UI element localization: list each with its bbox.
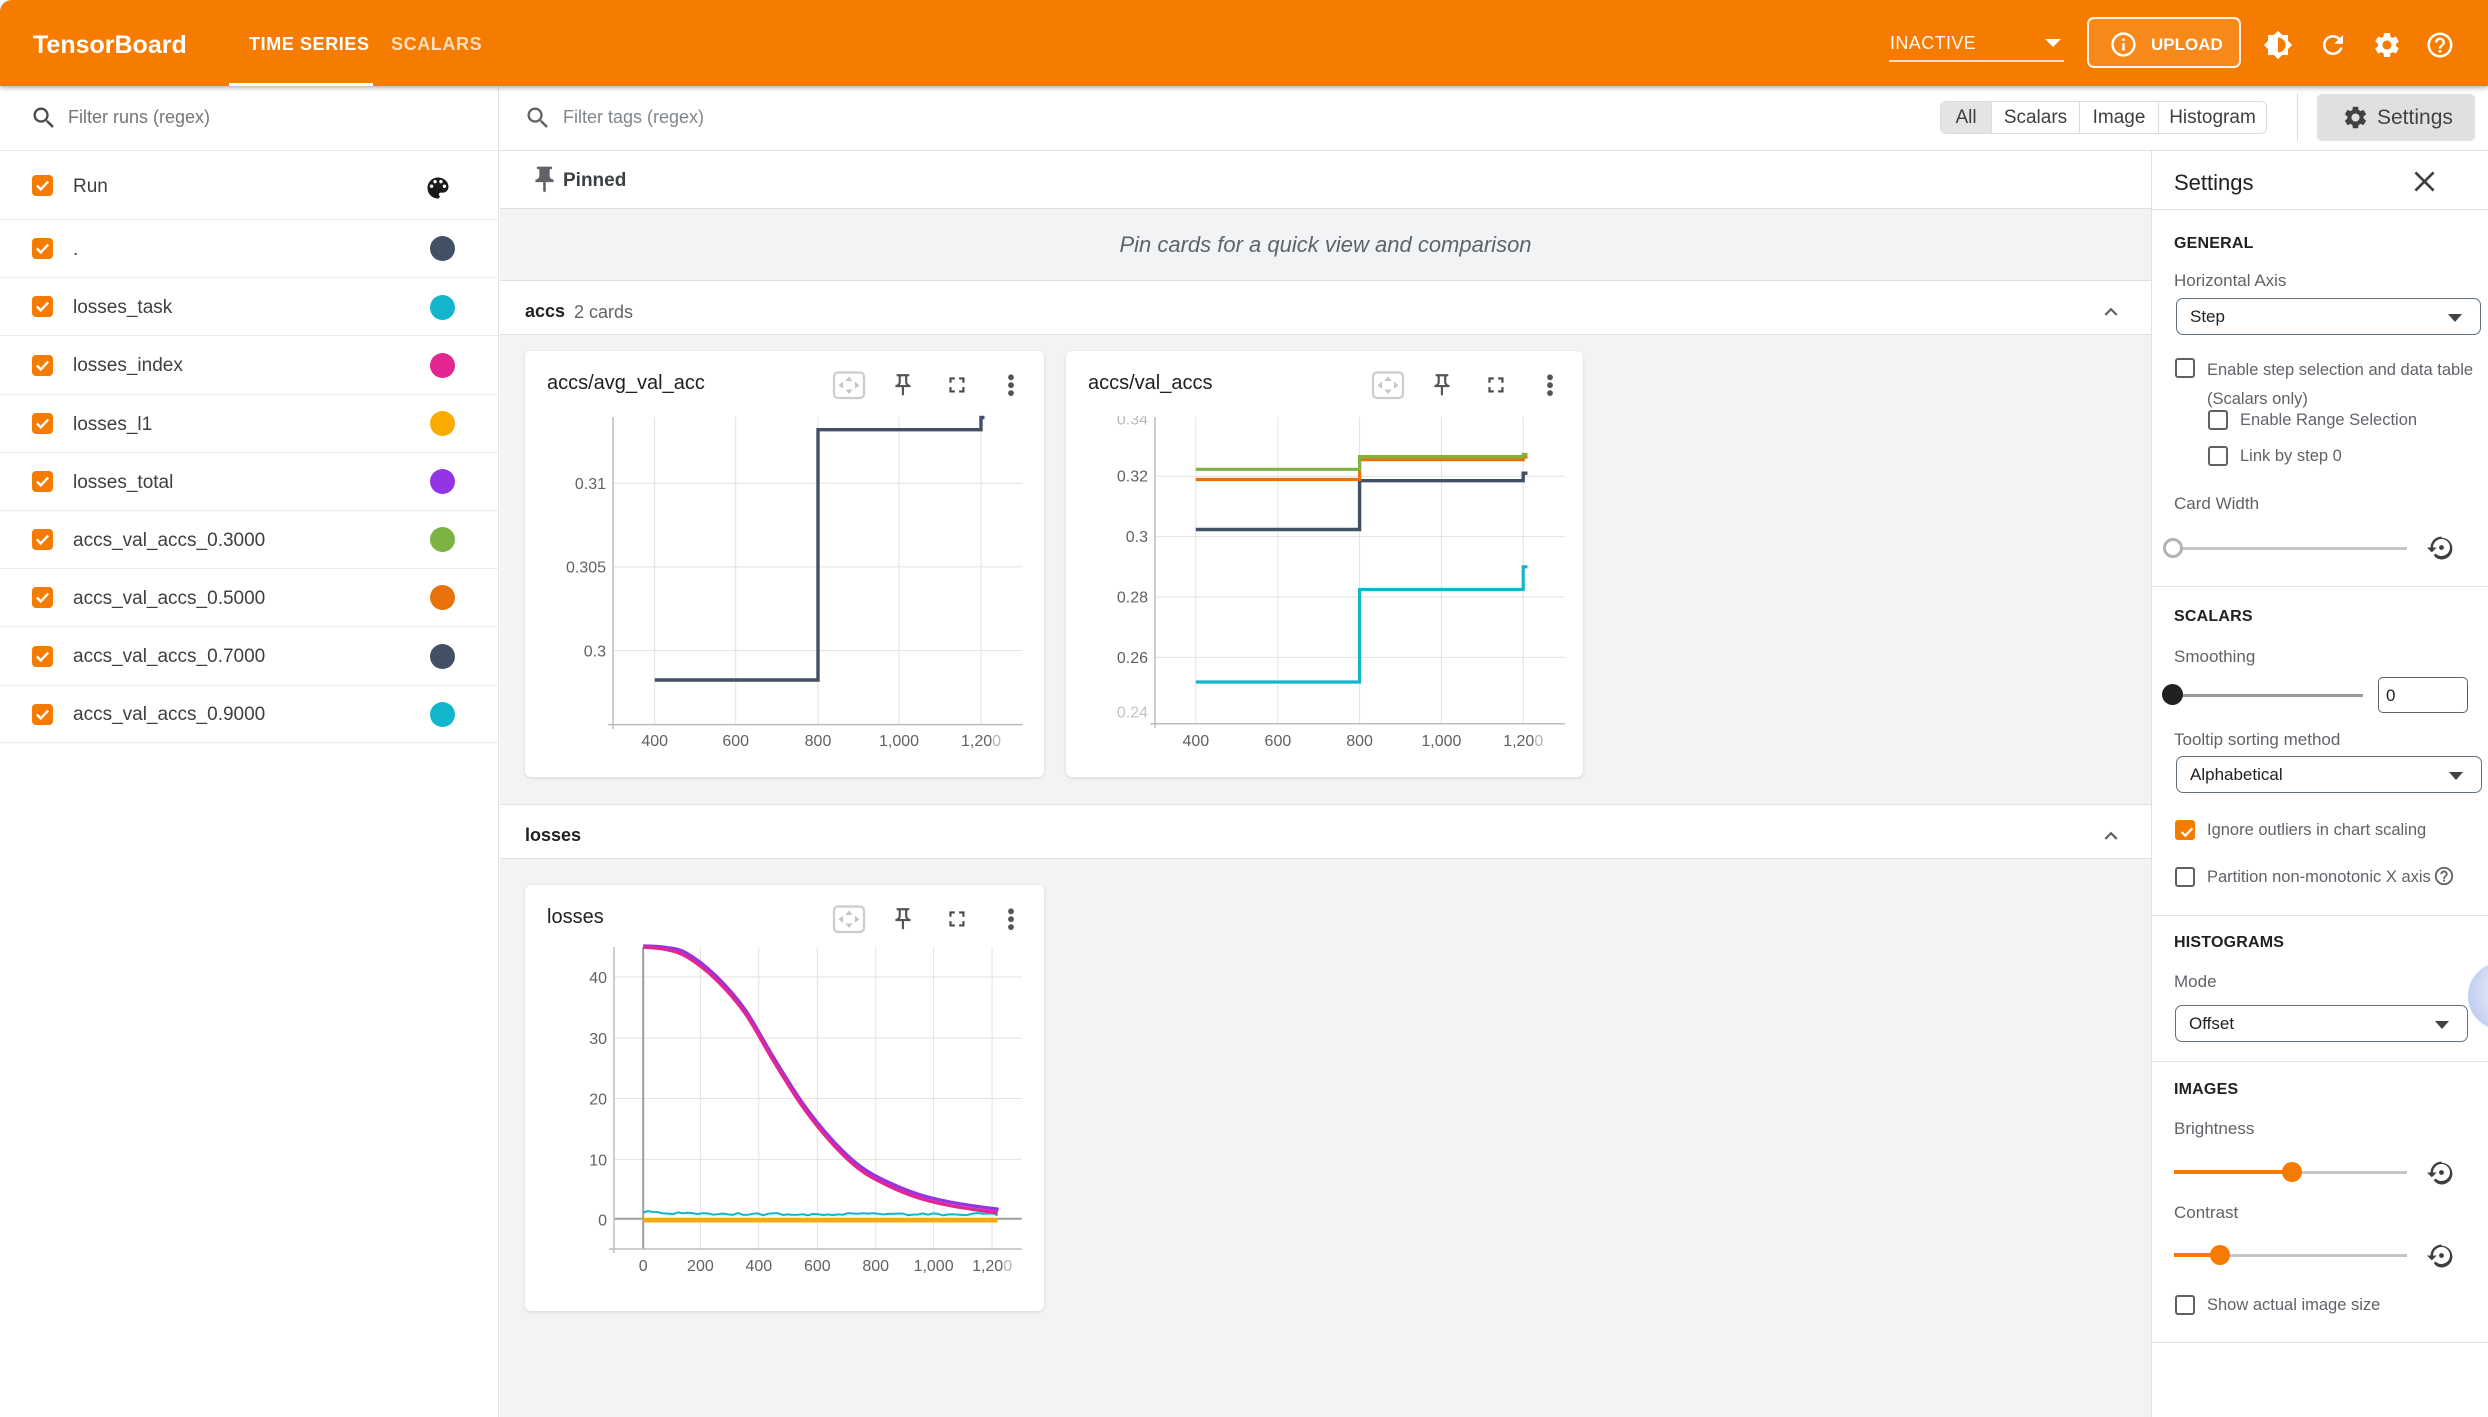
svg-text:1,200: 1,200 bbox=[961, 733, 1001, 750]
svg-text:0.305: 0.305 bbox=[566, 560, 606, 577]
svg-text:0.3: 0.3 bbox=[584, 643, 606, 660]
svg-text:1,200: 1,200 bbox=[1503, 733, 1543, 750]
svg-text:0: 0 bbox=[639, 1258, 648, 1275]
svg-text:1,000: 1,000 bbox=[1421, 733, 1461, 750]
svg-text:800: 800 bbox=[862, 1258, 889, 1275]
svg-text:800: 800 bbox=[1346, 733, 1373, 750]
svg-text:600: 600 bbox=[1265, 733, 1292, 750]
svg-text:1,200: 1,200 bbox=[972, 1258, 1012, 1275]
svg-text:600: 600 bbox=[804, 1258, 831, 1275]
svg-text:1,000: 1,000 bbox=[879, 733, 919, 750]
svg-text:400: 400 bbox=[745, 1258, 772, 1275]
svg-text:0.24: 0.24 bbox=[1117, 705, 1148, 722]
svg-text:40: 40 bbox=[589, 970, 607, 987]
svg-text:600: 600 bbox=[722, 733, 749, 750]
svg-text:0.26: 0.26 bbox=[1117, 650, 1148, 667]
svg-text:1,000: 1,000 bbox=[914, 1258, 954, 1275]
svg-text:0.3: 0.3 bbox=[1126, 529, 1148, 546]
svg-text:30: 30 bbox=[589, 1031, 607, 1048]
svg-text:10: 10 bbox=[589, 1152, 607, 1169]
svg-text:800: 800 bbox=[805, 733, 832, 750]
svg-text:0: 0 bbox=[598, 1213, 607, 1230]
svg-text:400: 400 bbox=[641, 733, 668, 750]
svg-text:200: 200 bbox=[687, 1258, 714, 1275]
svg-text:0.28: 0.28 bbox=[1117, 590, 1148, 607]
svg-text:0.32: 0.32 bbox=[1117, 469, 1148, 486]
svg-text:400: 400 bbox=[1182, 733, 1209, 750]
svg-text:20: 20 bbox=[589, 1092, 607, 1109]
svg-text:0.31: 0.31 bbox=[575, 476, 606, 493]
